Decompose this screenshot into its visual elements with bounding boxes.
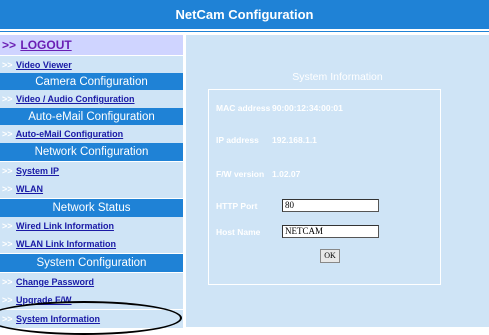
app-header: NetCam Configuration: [0, 0, 489, 29]
sidebar-item-system-ip[interactable]: >> System IP: [0, 162, 183, 180]
arrow-icon: >>: [2, 60, 13, 70]
arrow-icon: >>: [2, 94, 13, 104]
video-viewer-link[interactable]: Video Viewer: [16, 60, 72, 70]
wired-link-info-link[interactable]: Wired Link Information: [16, 221, 114, 231]
section-title: Auto-eMail Configuration: [28, 111, 155, 123]
header-divider: [0, 31, 489, 32]
sidebar-item-wired-link[interactable]: >> Wired Link Information: [0, 217, 183, 235]
video-audio-link[interactable]: Video / Audio Configuration: [16, 94, 135, 104]
arrow-icon: >>: [2, 277, 13, 287]
wlan-link[interactable]: WLAN: [16, 184, 43, 194]
host-name-label: Host Name: [216, 227, 261, 237]
arrow-icon: >>: [2, 314, 13, 324]
mac-address-value: 90:00:12:34:00:01: [272, 103, 343, 113]
main-content: System Information MAC address 90:00:12:…: [186, 35, 489, 327]
sidebar: >> LOGOUT >> Video Viewer Camera Configu…: [0, 35, 183, 328]
sidebar-item-upgrade-fw[interactable]: >> Upgrade F/W: [0, 291, 183, 309]
system-ip-link[interactable]: System IP: [16, 166, 59, 176]
section-camera-configuration: Camera Configuration: [0, 73, 183, 91]
section-network-configuration: Network Configuration: [0, 143, 183, 161]
sidebar-item-wlan[interactable]: >> WLAN: [0, 180, 183, 198]
http-port-input[interactable]: 80: [282, 199, 379, 212]
host-name-input[interactable]: NETCAM: [282, 225, 379, 238]
arrow-icon: >>: [2, 239, 13, 249]
app-title: NetCam Configuration: [175, 7, 314, 22]
change-password-link[interactable]: Change Password: [16, 277, 94, 287]
auto-email-link[interactable]: Auto-eMail Configuration: [16, 129, 124, 139]
fw-version-label: F/W version: [216, 169, 265, 179]
sidebar-item-auto-email[interactable]: >> Auto-eMail Configuration: [0, 125, 183, 143]
ip-address-label: IP address: [216, 135, 259, 145]
arrow-icon: >>: [2, 184, 13, 194]
section-system-configuration: System Configuration: [0, 254, 183, 272]
ip-address-value: 192.168.1.1: [272, 135, 317, 145]
arrow-icon: >>: [2, 221, 13, 231]
sidebar-item-video-audio[interactable]: >> Video / Audio Configuration: [0, 90, 183, 108]
wlan-link-info-link[interactable]: WLAN Link Information: [16, 239, 116, 249]
mac-address-label: MAC address: [216, 103, 271, 113]
ok-button[interactable]: OK: [320, 249, 340, 263]
sidebar-item-wlan-link[interactable]: >> WLAN Link Information: [0, 235, 183, 253]
section-email-configuration: Auto-eMail Configuration: [0, 108, 183, 126]
arrow-icon: >>: [2, 295, 13, 305]
system-information-title: System Information: [292, 71, 383, 83]
section-title: Camera Configuration: [35, 76, 148, 88]
logout-link[interactable]: LOGOUT: [20, 38, 71, 52]
sidebar-item-change-password[interactable]: >> Change Password: [0, 273, 183, 291]
section-title: Network Status: [52, 202, 131, 214]
arrow-icon: >>: [2, 129, 13, 139]
http-port-label: HTTP Port: [216, 201, 258, 211]
section-network-status: Network Status: [0, 199, 183, 217]
fw-version-value: 1.02.07: [272, 169, 301, 179]
section-title: System Configuration: [36, 257, 147, 269]
arrow-icon: >>: [2, 38, 17, 52]
sidebar-item-logout[interactable]: >> LOGOUT: [0, 35, 183, 55]
system-information-link[interactable]: System Information: [16, 314, 100, 324]
section-title: Network Configuration: [34, 146, 149, 158]
arrow-icon: >>: [2, 166, 13, 176]
sidebar-item-video-viewer[interactable]: >> Video Viewer: [0, 56, 183, 74]
sidebar-item-system-information[interactable]: >> System Information: [0, 310, 183, 328]
upgrade-fw-link[interactable]: Upgrade F/W: [16, 295, 72, 305]
